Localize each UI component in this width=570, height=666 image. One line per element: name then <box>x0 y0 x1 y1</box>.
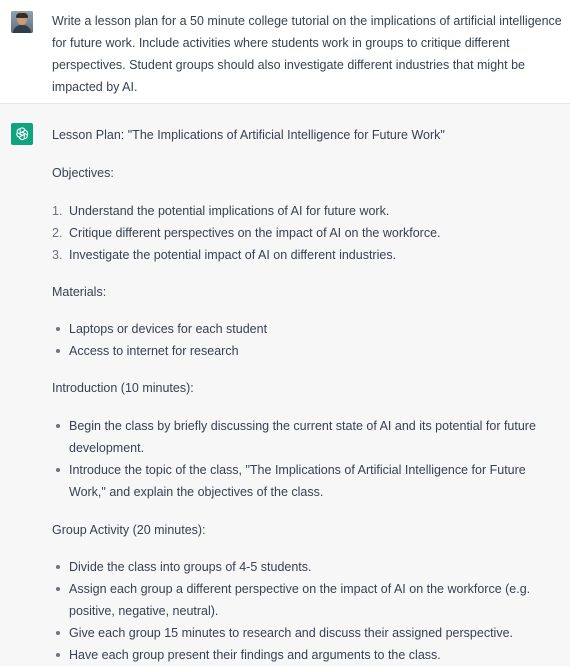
list-item-text: Understand the potential implications of… <box>69 204 390 218</box>
bullet-dot <box>56 587 60 591</box>
bullet-dot <box>56 565 60 569</box>
user-avatar <box>11 11 33 33</box>
list-item-text-continued: Work," and explain the objectives of the… <box>69 485 324 499</box>
bullet-dot <box>56 631 60 635</box>
objectives-heading: Objectives: <box>52 166 114 180</box>
list-item-text: Investigate the potential impact of AI o… <box>69 248 397 262</box>
bullet-dot <box>56 327 60 331</box>
lesson-plan-title: Lesson Plan: "The Implications of Artifi… <box>52 128 445 142</box>
list-item: Access to internet for research <box>52 340 564 362</box>
list-item-text-continued: development. <box>69 441 145 455</box>
list-number: 3. <box>52 248 63 262</box>
list-item-text: Critique different perspectives on the i… <box>69 226 441 240</box>
list-item: Laptops or devices for each student <box>52 318 564 340</box>
assistant-message-block: Lesson Plan: "The Implications of Artifi… <box>0 104 570 662</box>
list-item: 2. Critique different perspectives on th… <box>52 222 564 244</box>
list-item: 1. Understand the potential implications… <box>52 200 564 222</box>
bullet-dot <box>56 349 60 353</box>
list-item-text: Have each group present their findings a… <box>69 648 441 662</box>
list-item-text: Begin the class by briefly discussing th… <box>69 419 536 433</box>
list-item-text-continued: positive, negative, neutral). <box>69 604 219 618</box>
list-item: Have each group present their findings a… <box>52 644 564 666</box>
user-message-block: Write a lesson plan for a 50 minute coll… <box>0 0 570 104</box>
list-item: Divide the class into groups of 4-5 stud… <box>52 556 564 578</box>
list-item: 3. Investigate the potential impact of A… <box>52 244 564 266</box>
openai-logo-icon <box>11 123 33 145</box>
list-item: Introduce the topic of the class, "The I… <box>52 459 564 503</box>
bullet-dot <box>56 468 60 472</box>
list-item-text: Laptops or devices for each student <box>69 322 268 336</box>
list-number: 1. <box>52 204 63 218</box>
list-item-text: Introduce the topic of the class, "The I… <box>69 463 526 477</box>
list-item-text: Assign each group a different perspectiv… <box>69 582 531 596</box>
user-message-text: Write a lesson plan for a 50 minute coll… <box>52 14 562 94</box>
bullet-dot <box>56 653 60 657</box>
introduction-heading: Introduction (10 minutes): <box>52 381 194 395</box>
list-item-text: Access to internet for research <box>69 344 239 358</box>
materials-heading: Materials: <box>52 285 107 299</box>
list-item: Assign each group a different perspectiv… <box>52 578 564 622</box>
list-item-text: Give each group 15 minutes to research a… <box>69 626 513 640</box>
list-item: Give each group 15 minutes to research a… <box>52 622 564 644</box>
list-item-text: Divide the class into groups of 4-5 stud… <box>69 560 312 574</box>
list-item: Begin the class by briefly discussing th… <box>52 415 564 459</box>
group-activity-heading: Group Activity (20 minutes): <box>52 523 206 537</box>
list-number: 2. <box>52 226 63 240</box>
bullet-dot <box>56 424 60 428</box>
